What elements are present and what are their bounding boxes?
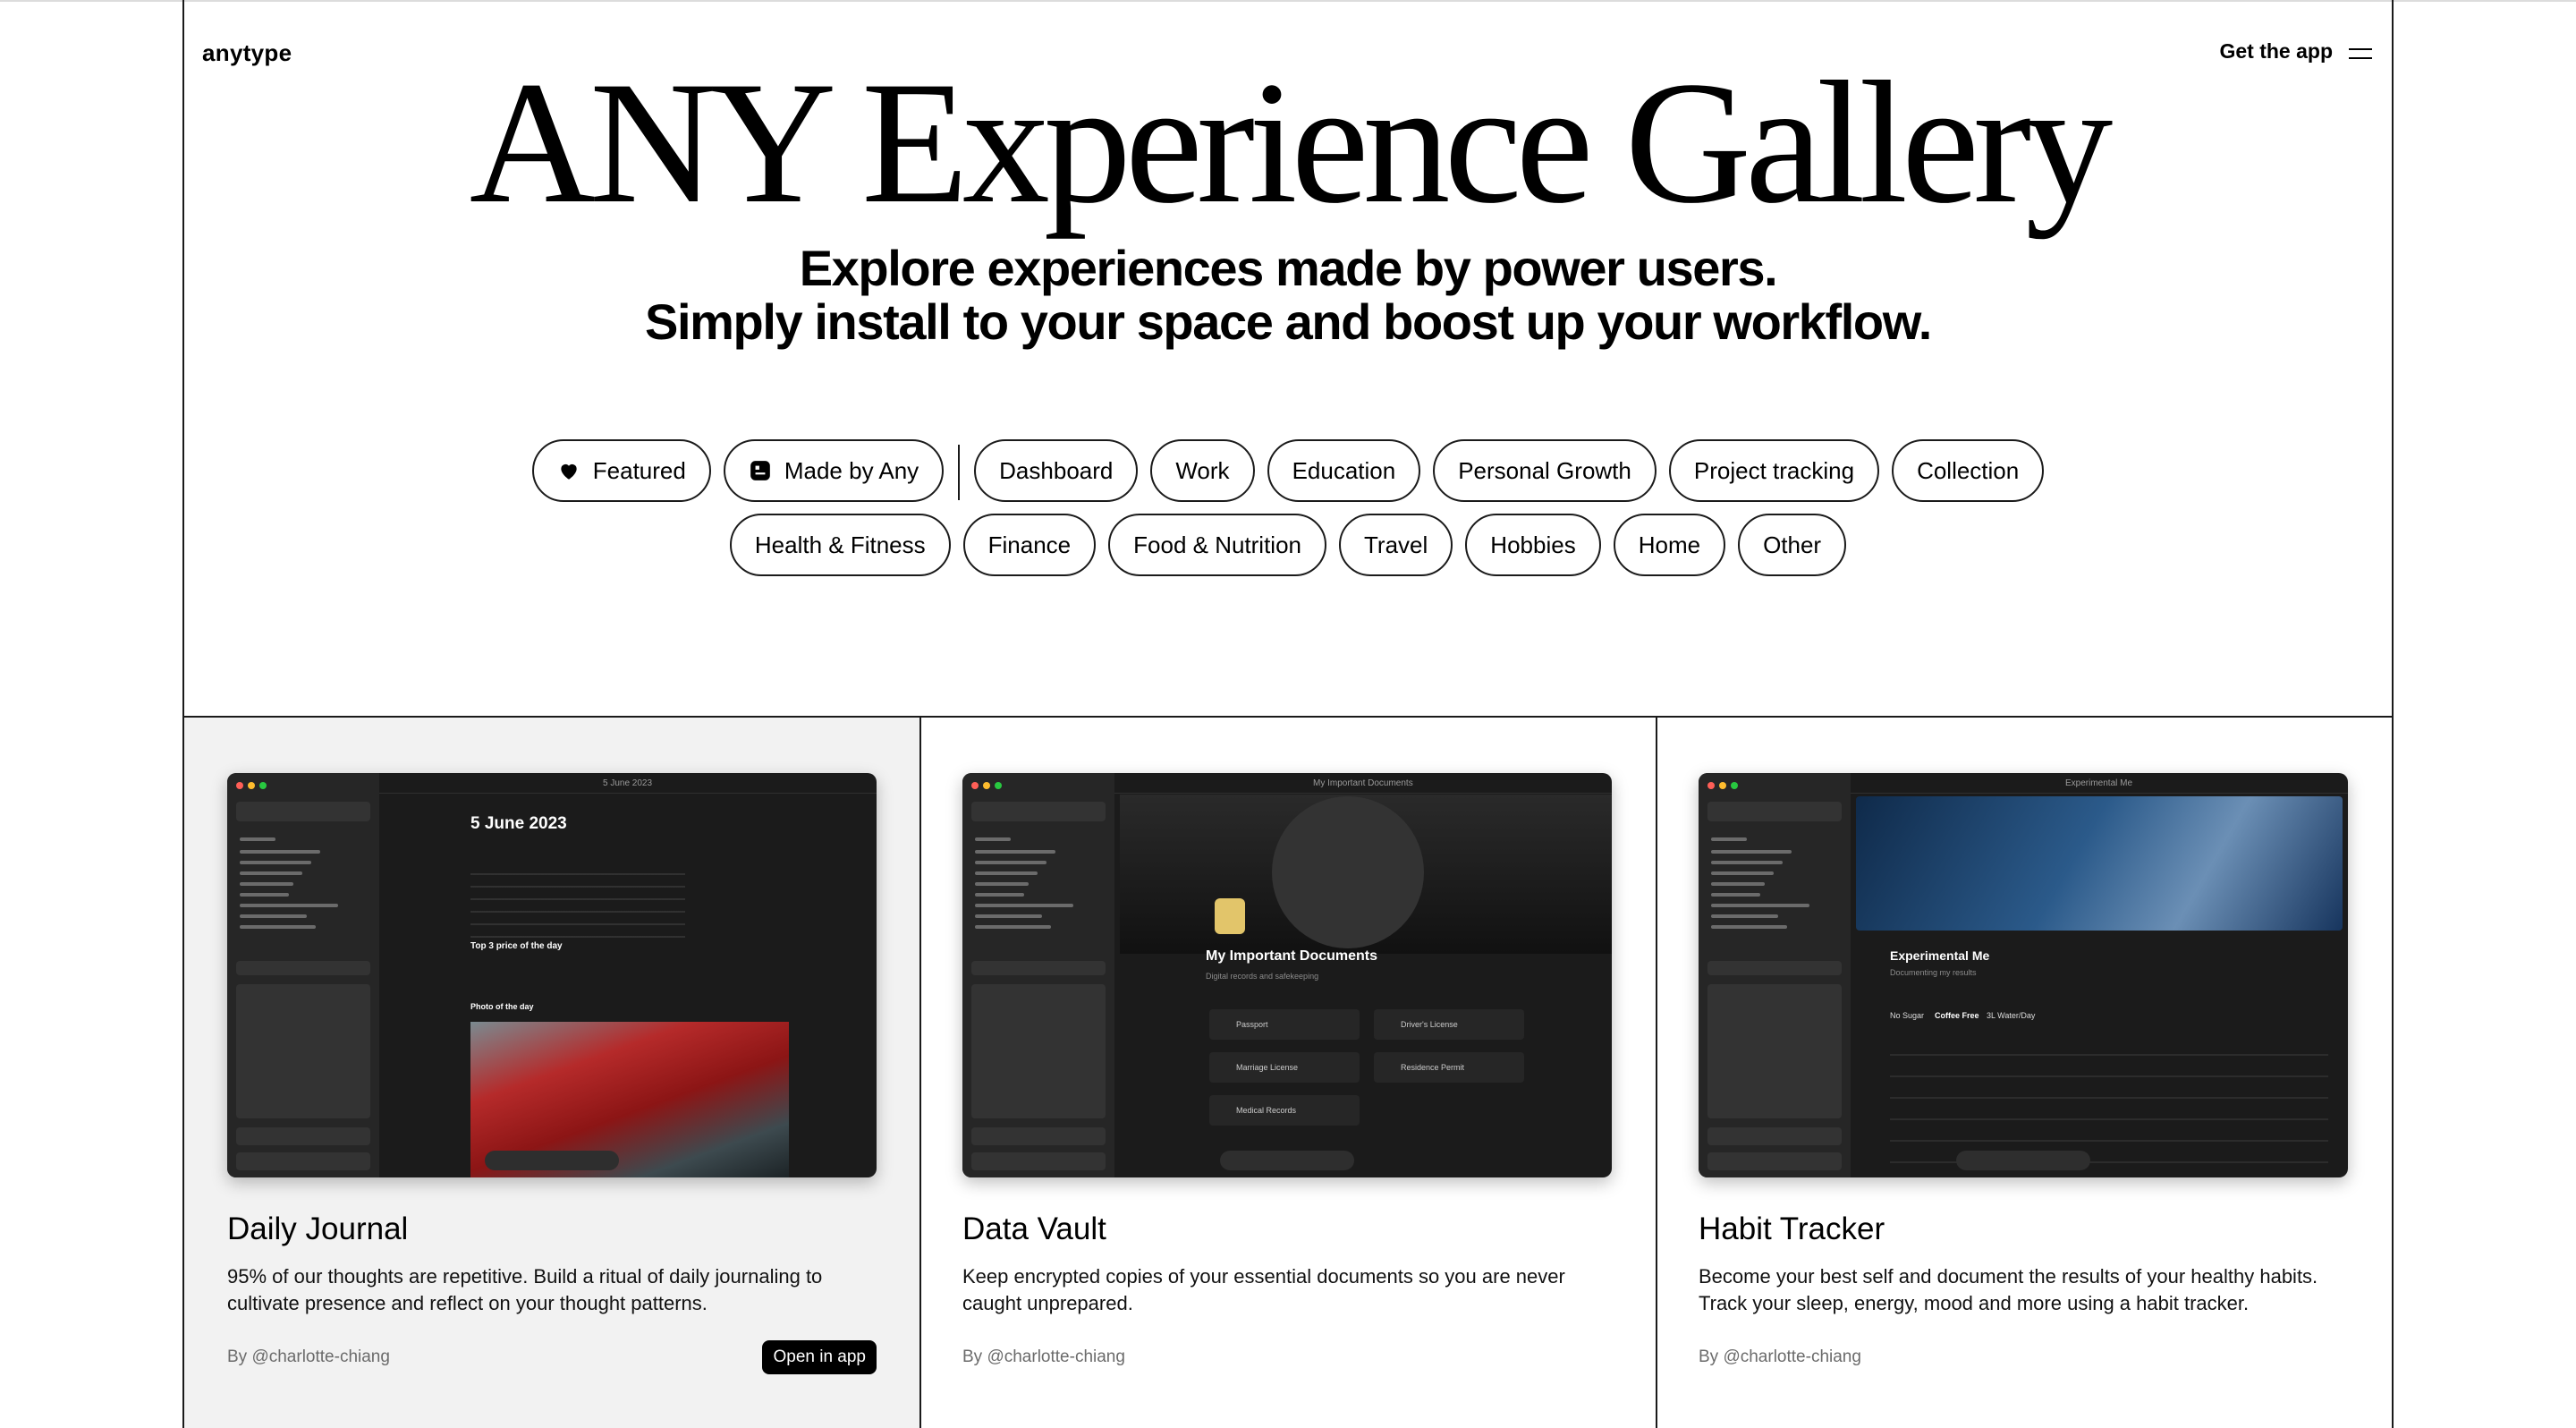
subtitle-line-2: Simply install to your space and boost u…	[645, 293, 1932, 350]
filter-chip-made-by-any[interactable]: Made by Any	[723, 439, 945, 502]
preview-photo-label: Photo of the day	[470, 1002, 534, 1011]
preview-item: Medical Records	[1236, 1106, 1297, 1115]
preview-item: Marriage License	[1236, 1063, 1299, 1072]
filter-chip-label: Travel	[1364, 531, 1428, 558]
preview-sidebar	[1699, 773, 1851, 1177]
card-preview-image: 5 June 2023 5 June 2023 Top 3 price of t…	[227, 773, 877, 1177]
card-author[interactable]: By @charlotte-chiang	[227, 1347, 390, 1367]
gallery-card-data-vault[interactable]: My Important Documents My Important Docu…	[919, 718, 1655, 1428]
filter-chip-project-tracking[interactable]: Project tracking	[1668, 439, 1880, 502]
filter-chip-health-fitness[interactable]: Health & Fitness	[729, 514, 951, 576]
card-title[interactable]: Habit Tracker	[1699, 1211, 1885, 1247]
preview-tab: No Sugar	[1890, 1011, 1925, 1020]
preview-bottom-nav	[1956, 1151, 2090, 1170]
preview-titlebar-text: 5 June 2023	[603, 778, 653, 788]
filter-chip-label: Featured	[592, 456, 686, 484]
card-description: Keep encrypted copies of your essential …	[962, 1265, 1565, 1314]
preview-table	[1890, 1034, 2328, 1177]
preview-sidebar	[962, 773, 1114, 1177]
filter-chip-home[interactable]: Home	[1613, 514, 1726, 576]
open-in-app-button[interactable]: Open in app	[762, 1340, 877, 1374]
card-title[interactable]: Daily Journal	[227, 1211, 408, 1247]
preview-bottom-nav	[485, 1151, 619, 1170]
filter-row-2: Health & Fitness Finance Food & Nutritio…	[0, 514, 2576, 576]
preview-titlebar: 5 June 2023	[379, 773, 877, 794]
card-author[interactable]: By @charlotte-chiang	[962, 1347, 1125, 1367]
filter-chip-label: Home	[1638, 531, 1701, 558]
preview-titlebar-text: Experimental Me	[2065, 778, 2133, 788]
subtitle-line-1: Explore experiences made by power users.	[799, 240, 1778, 296]
preview-titlebar-text: My Important Documents	[1313, 778, 1413, 788]
heart-icon	[561, 463, 577, 480]
filter-chip-label: Made by Any	[784, 456, 919, 484]
filter-chip-collection[interactable]: Collection	[1892, 439, 2045, 502]
preview-heading: 5 June 2023	[470, 814, 567, 833]
preview-subheading: Digital records and safekeeping	[1206, 972, 1319, 981]
preview-item: Residence Permit	[1401, 1063, 1465, 1072]
filter-chip-food-nutrition[interactable]: Food & Nutrition	[1108, 514, 1327, 576]
card-description: Become your best self and document the r…	[1699, 1265, 2318, 1314]
filter-chip-label: Education	[1292, 456, 1396, 484]
card-description: 95% of our thoughts are repetitive. Buil…	[227, 1265, 823, 1314]
preview-cover	[1120, 795, 1612, 954]
filter-chip-other[interactable]: Other	[1738, 514, 1847, 576]
filter-chip-featured[interactable]: Featured	[531, 439, 711, 502]
lock-icon	[1215, 898, 1245, 934]
page-subtitle: Explore experiences made by power users.…	[0, 242, 2576, 349]
filter-chip-dashboard[interactable]: Dashboard	[974, 439, 1139, 502]
preview-titlebar: My Important Documents	[1114, 773, 1612, 794]
filter-chip-label: Project tracking	[1693, 456, 1855, 484]
card-title[interactable]: Data Vault	[962, 1211, 1106, 1247]
preview-item: Passport	[1236, 1020, 1268, 1029]
filter-chip-hobbies[interactable]: Hobbies	[1465, 514, 1601, 576]
filter-separator	[958, 445, 961, 500]
filter-chip-finance[interactable]: Finance	[962, 514, 1097, 576]
filter-chip-travel[interactable]: Travel	[1339, 514, 1453, 576]
filter-chip-work[interactable]: Work	[1150, 439, 1255, 502]
preview-tab: Coffee Free	[1935, 1011, 1979, 1020]
card-preview-image: My Important Documents My Important Docu…	[962, 773, 1612, 1177]
filter-chip-education[interactable]: Education	[1267, 439, 1421, 502]
filter-chip-label: Other	[1763, 531, 1822, 558]
page-title: ANY Experience Gallery	[469, 46, 2114, 240]
filter-chip-label: Collection	[1917, 456, 2020, 484]
card-preview-image: Experimental Me Experimental Me Document…	[1699, 773, 2348, 1177]
preview-subheading: Documenting my results	[1890, 968, 1977, 977]
filter-chip-label: Hobbies	[1490, 531, 1576, 558]
preview-section: Top 3 price of the day	[470, 941, 563, 951]
filter-chip-label: Dashboard	[999, 456, 1114, 484]
filter-chip-label: Finance	[987, 531, 1072, 558]
filter-chip-label: Food & Nutrition	[1133, 531, 1302, 558]
filter-row-1: Featured Made by Any Dashboard Work Educ…	[0, 439, 2576, 502]
filter-chip-personal-growth[interactable]: Personal Growth	[1433, 439, 1657, 502]
gallery-card-daily-journal[interactable]: 5 June 2023 5 June 2023 Top 3 price of t…	[184, 718, 919, 1428]
preview-bottom-nav	[1220, 1151, 1354, 1170]
gallery-card-habit-tracker[interactable]: Experimental Me Experimental Me Document…	[1656, 718, 2391, 1428]
preview-tab: 3L Water/Day	[1987, 1011, 2036, 1020]
filter-chip-label: Personal Growth	[1458, 456, 1631, 484]
preview-item: Driver's License	[1401, 1020, 1458, 1029]
preview-heading: My Important Documents	[1206, 948, 1378, 964]
filter-chip-label: Work	[1175, 456, 1230, 484]
preview-sidebar	[227, 773, 379, 1177]
any-logo-icon	[750, 461, 770, 480]
preview-titlebar: Experimental Me	[1851, 773, 2348, 794]
preview-heading: Experimental Me	[1890, 948, 1990, 963]
card-author[interactable]: By @charlotte-chiang	[1699, 1347, 1861, 1367]
preview-cover	[1856, 796, 2343, 931]
filter-chip-label: Health & Fitness	[754, 531, 926, 558]
